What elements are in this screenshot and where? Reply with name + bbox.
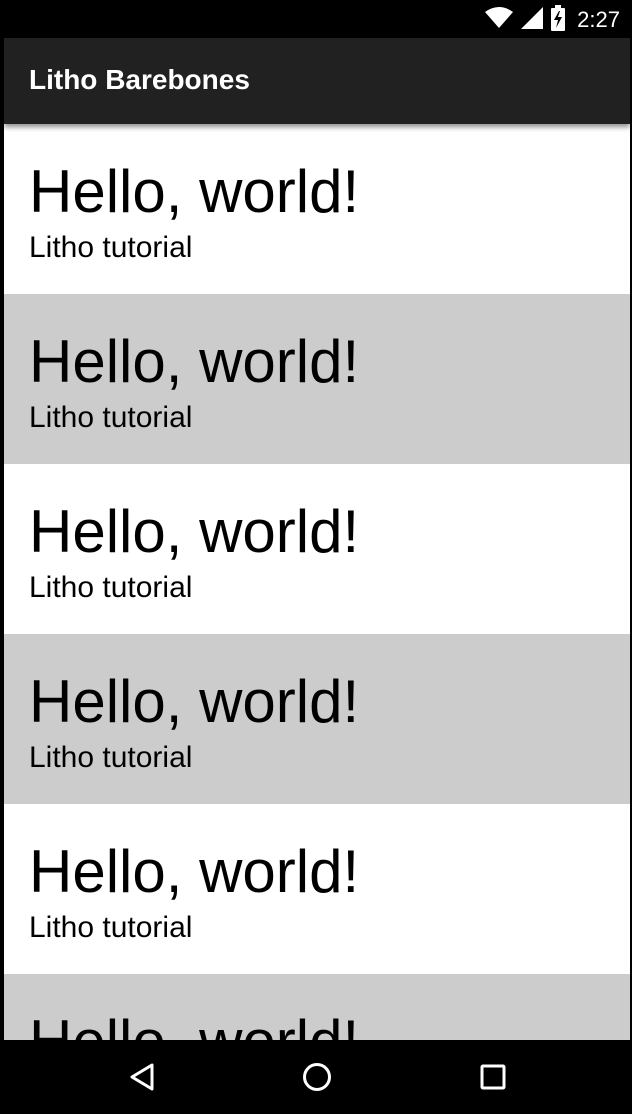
item-list[interactable]: Hello, world! Litho tutorial Hello, worl… xyxy=(4,124,630,1040)
battery-charging-icon xyxy=(551,4,566,36)
list-item[interactable]: Hello, world! Litho tutorial xyxy=(4,464,630,634)
list-item-title: Hello, world! xyxy=(29,1008,359,1040)
status-bar: 2:27 xyxy=(4,2,630,38)
list-item-subtitle: Litho tutorial xyxy=(29,231,193,264)
status-icons: 2:27 xyxy=(485,2,620,38)
list-item-subtitle: Litho tutorial xyxy=(29,401,193,434)
list-item-title: Hello, world! xyxy=(29,328,360,395)
recents-icon[interactable] xyxy=(473,1057,513,1097)
status-time: 2:27 xyxy=(577,7,620,32)
list-item-subtitle: Litho tutorial xyxy=(29,571,193,604)
cell-signal-icon xyxy=(521,6,544,34)
list-item[interactable]: Hello, world! Litho tutorial xyxy=(4,124,630,294)
list-item-title: Hello, world! xyxy=(29,498,360,565)
list-item-subtitle: Litho tutorial xyxy=(29,741,193,774)
navigation-bar xyxy=(4,1040,630,1114)
back-icon[interactable] xyxy=(122,1057,162,1097)
list-item[interactable]: Hello, world! Litho tutorial xyxy=(4,804,630,974)
app-bar: Litho Barebones xyxy=(4,38,630,124)
list-item[interactable]: Hello, world! Litho tutorial xyxy=(4,634,630,804)
list-item-title: Hello, world! xyxy=(29,158,360,225)
home-icon[interactable] xyxy=(297,1057,337,1097)
list-item-subtitle: Litho tutorial xyxy=(29,911,193,944)
list-item-title: Hello, world! xyxy=(29,838,360,905)
app-title: Litho Barebones xyxy=(29,64,250,95)
list-item-title: Hello, world! xyxy=(29,668,360,735)
device-screen: 2:27 Litho Barebones Hello, world! Litho… xyxy=(4,2,630,1114)
list-item[interactable]: Hello, world! xyxy=(4,974,630,1040)
wifi-icon xyxy=(485,6,514,34)
list-item[interactable]: Hello, world! Litho tutorial xyxy=(4,294,630,464)
